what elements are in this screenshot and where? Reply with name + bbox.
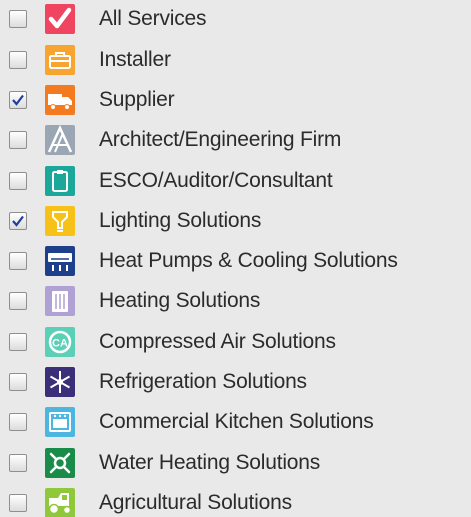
filter-row-esco[interactable]: ESCO/Auditor/Consultant xyxy=(0,164,471,198)
lighting-checkbox[interactable] xyxy=(9,212,27,230)
filter-label: Supplier xyxy=(99,88,175,111)
service-filter-list: All Services Installer Supplier Architec… xyxy=(0,0,471,517)
filter-label: Installer xyxy=(99,48,171,71)
drafting-tools-icon xyxy=(45,125,75,155)
water-heating-checkbox[interactable] xyxy=(9,454,27,472)
filter-row-agricultural[interactable]: Agricultural Solutions xyxy=(0,486,471,517)
architect-checkbox[interactable] xyxy=(9,131,27,149)
air-conditioner-icon xyxy=(45,246,75,276)
radiator-icon xyxy=(45,286,75,316)
water-heater-icon xyxy=(45,448,75,478)
filter-label: ESCO/Auditor/Consultant xyxy=(99,169,333,192)
filter-row-all-services[interactable]: All Services xyxy=(0,2,471,36)
delivery-truck-icon xyxy=(45,85,75,115)
all-services-checkbox[interactable] xyxy=(9,10,27,28)
filter-label: Architect/Engineering Firm xyxy=(99,128,342,151)
filter-row-water-heating[interactable]: Water Heating Solutions xyxy=(0,446,471,480)
compressed-air-icon: CA xyxy=(45,327,75,357)
filter-row-installer[interactable]: Installer xyxy=(0,43,471,77)
svg-text:CA: CA xyxy=(52,338,68,350)
snowflake-icon xyxy=(45,367,75,397)
filter-label: All Services xyxy=(99,7,207,30)
light-bulb-icon xyxy=(45,206,75,236)
filter-label: Agricultural Solutions xyxy=(99,491,292,514)
toolbox-icon xyxy=(45,45,75,75)
tractor-icon xyxy=(45,488,75,517)
filter-row-supplier[interactable]: Supplier xyxy=(0,83,471,117)
filter-row-architect[interactable]: Architect/Engineering Firm xyxy=(0,123,471,157)
commercial-kitchen-checkbox[interactable] xyxy=(9,413,27,431)
filter-label: Compressed Air Solutions xyxy=(99,330,336,353)
oven-icon xyxy=(45,407,75,437)
filter-row-refrigeration[interactable]: Refrigeration Solutions xyxy=(0,365,471,399)
agricultural-checkbox[interactable] xyxy=(9,494,27,512)
filter-label: Water Heating Solutions xyxy=(99,451,321,474)
filter-row-lighting[interactable]: Lighting Solutions xyxy=(0,204,471,238)
filter-row-heating[interactable]: Heating Solutions xyxy=(0,284,471,318)
checkmark-icon xyxy=(12,94,24,106)
checkmark-icon xyxy=(12,215,24,227)
filter-row-commercial-kitchen[interactable]: Commercial Kitchen Solutions xyxy=(0,405,471,439)
filter-label: Commercial Kitchen Solutions xyxy=(99,410,374,433)
refrigeration-checkbox[interactable] xyxy=(9,373,27,391)
check-mark-icon xyxy=(45,4,75,34)
clipboard-icon xyxy=(45,166,75,196)
filter-label: Lighting Solutions xyxy=(99,209,262,232)
heat-pumps-checkbox[interactable] xyxy=(9,252,27,270)
filter-row-heat-pumps[interactable]: Heat Pumps & Cooling Solutions xyxy=(0,244,471,278)
filter-label: Heating Solutions xyxy=(99,289,261,312)
compressed-air-checkbox[interactable] xyxy=(9,333,27,351)
filter-label: Refrigeration Solutions xyxy=(99,370,307,393)
esco-checkbox[interactable] xyxy=(9,172,27,190)
supplier-checkbox[interactable] xyxy=(9,91,27,109)
filter-row-compressed-air[interactable]: CA Compressed Air Solutions xyxy=(0,325,471,359)
filter-label: Heat Pumps & Cooling Solutions xyxy=(99,249,398,272)
heating-checkbox[interactable] xyxy=(9,292,27,310)
installer-checkbox[interactable] xyxy=(9,51,27,69)
